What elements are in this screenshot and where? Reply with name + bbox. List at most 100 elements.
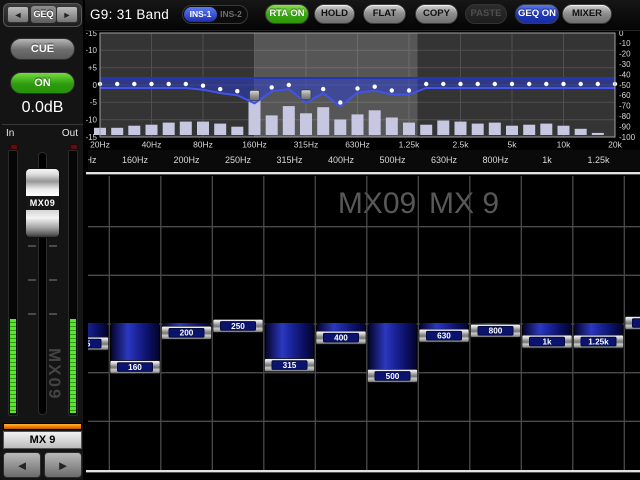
- axis-tick-label: -50: [619, 81, 631, 90]
- eq-band-dot[interactable]: [424, 82, 428, 86]
- editor-watermark-channel: MX 9: [429, 187, 499, 220]
- strip-frequency-label: 160Hz: [122, 155, 148, 165]
- axis-tick-label: -80: [619, 112, 631, 121]
- axis-tick-label: 5k: [508, 140, 518, 150]
- eq-band-dot[interactable]: [167, 82, 171, 86]
- insert-tabs: INS-1 INS-2: [182, 5, 248, 24]
- rta-bar: [592, 133, 604, 135]
- channel-prev-button[interactable]: ◄: [3, 452, 41, 478]
- eq-band-dot[interactable]: [510, 82, 514, 86]
- band-fader-cap[interactable]: 125: [88, 337, 109, 350]
- eq-band-dot[interactable]: [527, 82, 531, 86]
- band-fader-cap[interactable]: 1.6k: [625, 317, 640, 330]
- fader-cap-label: MX09: [26, 196, 59, 210]
- grabbed-band-handle[interactable]: [301, 90, 311, 100]
- output-meter-level: [70, 319, 76, 413]
- eq-band-dot[interactable]: [373, 85, 377, 89]
- axis-tick-label: -70: [619, 102, 631, 111]
- eq-band-dot[interactable]: [544, 82, 548, 86]
- geq-band-editor: MX09MX 91251602002503154005006308001k1.2…: [88, 176, 640, 470]
- eq-band-dot[interactable]: [493, 82, 497, 86]
- eq-band-dot[interactable]: [390, 88, 394, 92]
- rta-bar: [455, 122, 467, 135]
- rta-bar: [163, 123, 175, 135]
- band-fader-cap[interactable]: 315: [265, 359, 315, 372]
- tab-ins-1[interactable]: INS-1: [184, 7, 217, 22]
- rta-bar: [352, 114, 364, 135]
- tab-ins-2[interactable]: INS-2: [216, 7, 246, 22]
- eq-band-dot[interactable]: [218, 87, 222, 91]
- eq-band-dot[interactable]: [596, 82, 600, 86]
- eq-band-dot[interactable]: [476, 82, 480, 86]
- eq-band-dot[interactable]: [287, 83, 291, 87]
- eq-band-dot[interactable]: [321, 87, 325, 91]
- axis-tick-label: 20k: [608, 140, 622, 150]
- band-fader-cap[interactable]: 250: [213, 319, 263, 332]
- eq-band-dot[interactable]: [441, 82, 445, 86]
- axis-tick-label: 20Hz: [90, 140, 110, 150]
- axis-tick-label: 1.25k: [399, 140, 421, 150]
- band-fader-cap[interactable]: 1.25k: [574, 335, 624, 348]
- hold-button[interactable]: HOLD: [314, 4, 355, 24]
- eq-band-dot[interactable]: [355, 86, 359, 90]
- rta-bar: [334, 120, 346, 136]
- eq-band-dot[interactable]: [235, 89, 239, 93]
- eq-band-dot[interactable]: [270, 85, 274, 89]
- band-fader-cap[interactable]: 160: [110, 361, 160, 374]
- divider-bottom: [86, 470, 640, 472]
- band-gain-column: [369, 323, 417, 369]
- grabbed-band-handle[interactable]: [250, 90, 260, 100]
- on-button[interactable]: ON: [10, 72, 75, 94]
- eq-band-dot[interactable]: [132, 82, 136, 86]
- rta-bar: [231, 127, 243, 135]
- band-fader-cap[interactable]: 500: [368, 369, 418, 382]
- strip-frequency-label: 125Hz: [88, 155, 97, 165]
- channel-next-button[interactable]: ►: [44, 452, 82, 478]
- axis-tick-label: 0: [619, 31, 624, 38]
- strip-frequency-label: 1.25k: [587, 155, 609, 165]
- rta-on-button[interactable]: RTA ON: [265, 4, 309, 24]
- rta-bar: [506, 126, 518, 135]
- eq-band-dot[interactable]: [458, 82, 462, 86]
- input-meter: [8, 150, 18, 416]
- band-fader-cap[interactable]: 630: [419, 329, 469, 342]
- rta-bar: [558, 126, 570, 135]
- rta-bar: [283, 106, 295, 135]
- geq-prev-button[interactable]: ◄: [7, 6, 29, 23]
- mixer-button[interactable]: MIXER: [562, 4, 612, 24]
- band-cap-frequency-label: 250: [231, 322, 245, 331]
- fader-tick: [49, 279, 57, 281]
- band-fader-cap[interactable]: 800: [471, 324, 521, 337]
- axis-tick-label: -90: [619, 122, 631, 131]
- channel-watermark: MX09: [44, 348, 64, 400]
- rta-bar: [386, 118, 398, 136]
- geq-screen: G9: 31 Band INS-1 INS-2 RTA ON HOLD FLAT…: [0, 0, 640, 480]
- page-title: G9: 31 Band: [90, 7, 169, 22]
- eq-band-dot[interactable]: [184, 82, 188, 86]
- copy-button[interactable]: COPY: [415, 4, 458, 24]
- flat-button[interactable]: FLAT: [363, 4, 406, 24]
- channel-fader-handle[interactable]: MX09: [25, 168, 60, 238]
- meter-in-label: In: [6, 128, 14, 139]
- cue-button[interactable]: CUE: [10, 38, 75, 60]
- band-fader-cap[interactable]: 1k: [522, 335, 572, 348]
- band-gain-column: [266, 323, 314, 359]
- eq-band-dot[interactable]: [338, 100, 342, 104]
- geq-on-button[interactable]: GEQ ON: [515, 4, 559, 24]
- band-cap-frequency-label: 1.25k: [588, 338, 609, 347]
- band-fader-cap[interactable]: 400: [316, 331, 366, 344]
- eq-band-dot[interactable]: [149, 82, 153, 86]
- eq-band-dot[interactable]: [579, 82, 583, 86]
- eq-band-dot[interactable]: [115, 82, 119, 86]
- axis-tick-label: 2.5k: [452, 140, 469, 150]
- rta-bar: [403, 123, 415, 135]
- band-fader-cap[interactable]: 200: [162, 326, 212, 339]
- band-gain-column: [575, 323, 623, 335]
- eq-band-dot[interactable]: [201, 84, 205, 88]
- band-cap-frequency-label: 630: [437, 332, 451, 341]
- eq-band-dot[interactable]: [407, 88, 411, 92]
- eq-band-dot[interactable]: [561, 82, 565, 86]
- geq-next-button[interactable]: ►: [56, 6, 78, 23]
- band-gain-column: [523, 323, 571, 335]
- paste-button[interactable]: PASTE: [465, 4, 507, 24]
